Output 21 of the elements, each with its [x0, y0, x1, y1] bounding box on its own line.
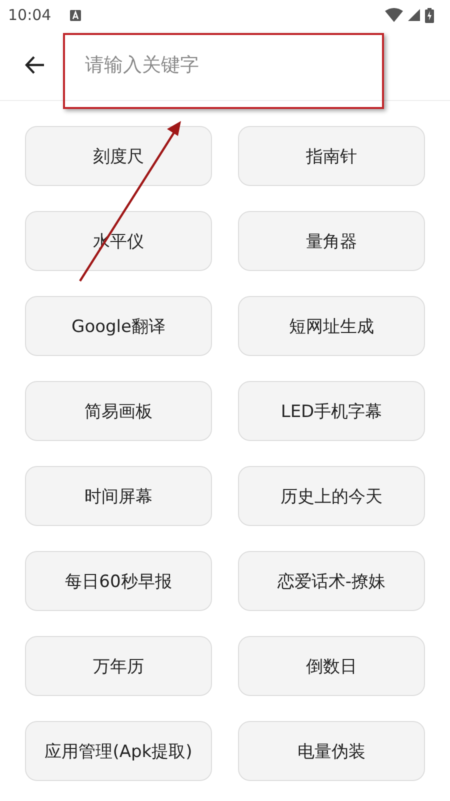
tool-button[interactable]: 简易画板: [25, 381, 212, 441]
tool-button[interactable]: 时间屏幕: [25, 466, 212, 526]
back-arrow-icon: [24, 54, 46, 76]
wifi-icon: [385, 8, 403, 22]
tool-button[interactable]: 恋爱话术-撩妹: [238, 551, 425, 611]
tool-button[interactable]: 应用管理(Apk提取): [25, 721, 212, 781]
tool-button[interactable]: 历史上的今天: [238, 466, 425, 526]
tool-button[interactable]: 万年历: [25, 636, 212, 696]
tool-button[interactable]: 电量伪装: [238, 721, 425, 781]
tool-button[interactable]: Google翻译: [25, 296, 212, 356]
tool-button[interactable]: 刻度尺: [25, 126, 212, 186]
notification-icon: [70, 10, 82, 20]
tool-button[interactable]: 量角器: [238, 211, 425, 271]
status-time: 10:04: [8, 6, 52, 24]
tool-button[interactable]: 短网址生成: [238, 296, 425, 356]
signal-icon: [408, 9, 420, 21]
battery-icon: [425, 8, 434, 22]
tool-button[interactable]: LED手机字幕: [238, 381, 425, 441]
tool-button[interactable]: 每日60秒早报: [25, 551, 212, 611]
tool-button[interactable]: 倒数日: [238, 636, 425, 696]
tool-button[interactable]: 指南针: [238, 126, 425, 186]
